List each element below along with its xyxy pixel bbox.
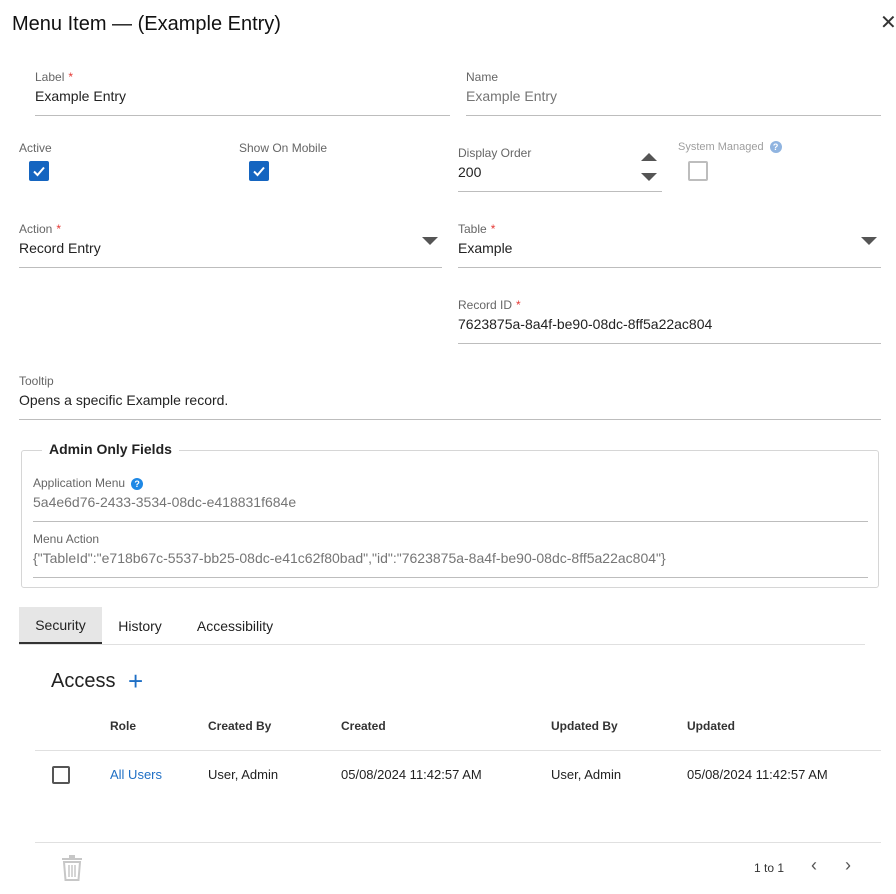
system-managed-checkbox[interactable]: [688, 161, 708, 181]
created-cell: 05/08/2024 11:42:57 AM: [341, 767, 482, 782]
chevron-right-icon[interactable]: ›: [845, 855, 851, 876]
check-icon: [33, 166, 45, 177]
table-underline: [458, 267, 881, 268]
table-header-divider: [35, 750, 881, 751]
column-header-role[interactable]: Role: [110, 719, 136, 733]
menu-action-label: Menu Action: [33, 532, 100, 546]
access-title: Access: [51, 670, 116, 692]
add-icon[interactable]: +: [128, 666, 143, 696]
tab-accessibility[interactable]: Accessibility: [183, 607, 287, 644]
role-link[interactable]: All Users: [110, 767, 162, 782]
admin-legend: Admin Only Fields: [42, 441, 179, 457]
active-label: Active: [19, 141, 52, 155]
menu-action-input[interactable]: {"TableId":"e718b67c-5537-bb25-08dc-e41c…: [33, 550, 666, 566]
system-managed-label: System Managed?: [678, 141, 782, 154]
decrement-icon[interactable]: [641, 173, 657, 181]
help-icon[interactable]: ?: [131, 477, 144, 490]
action-select[interactable]: Record Entry: [19, 240, 101, 256]
chevron-down-icon[interactable]: [861, 237, 877, 245]
chevron-left-icon[interactable]: ‹: [811, 855, 817, 876]
close-icon[interactable]: ✕: [880, 12, 896, 34]
admin-fieldset: [21, 450, 879, 588]
show-on-mobile-label: Show On Mobile: [239, 141, 328, 155]
column-header-created[interactable]: Created: [341, 719, 386, 733]
tooltip-underline: [19, 419, 881, 420]
name-field-label: Name: [466, 70, 499, 84]
row-select-checkbox[interactable]: [52, 766, 70, 784]
record-id-label: Record ID *: [458, 298, 521, 312]
application-menu-label: Application Menu?: [33, 476, 144, 490]
active-checkbox[interactable]: [29, 161, 49, 181]
record-id-input[interactable]: 7623875a-8a4f-be90-08dc-8ff5a22ac804: [458, 316, 712, 332]
tooltip-input[interactable]: Opens a specific Example record.: [19, 392, 228, 408]
name-input[interactable]: Example Entry: [466, 88, 557, 104]
name-input-underline: [466, 115, 881, 116]
column-header-updated-by[interactable]: Updated By: [551, 719, 618, 733]
display-order-input[interactable]: 200: [458, 164, 481, 180]
pagination-status: 1 to 1: [754, 861, 785, 875]
menu-action-underline: [33, 577, 868, 578]
label-field-label: Label *: [35, 70, 74, 84]
tooltip-label: Tooltip: [19, 374, 54, 388]
column-header-created-by[interactable]: Created By: [208, 719, 271, 733]
display-order-underline: [458, 191, 662, 192]
application-menu-input[interactable]: 5a4e6d76-2433-3534-08dc-e418831f684e: [33, 494, 296, 510]
show-on-mobile-checkbox[interactable]: [249, 161, 269, 181]
trash-icon[interactable]: [61, 855, 83, 886]
label-input-underline: [35, 115, 450, 116]
created-by-cell: User, Admin: [208, 767, 279, 782]
increment-icon[interactable]: [641, 153, 657, 161]
tab-security[interactable]: Security: [19, 607, 102, 644]
record-id-underline: [458, 343, 881, 344]
table-label: Table *: [458, 222, 496, 236]
tab-history[interactable]: History: [105, 607, 175, 644]
footer-divider: [35, 842, 881, 843]
dialog-title: Menu Item — (Example Entry): [12, 13, 281, 35]
updated-cell: 05/08/2024 11:42:57 AM: [687, 767, 828, 782]
column-header-updated[interactable]: Updated: [687, 719, 735, 733]
help-icon[interactable]: ?: [769, 141, 782, 154]
application-menu-underline: [33, 521, 868, 522]
label-input[interactable]: Example Entry: [35, 88, 126, 104]
action-underline: [19, 267, 442, 268]
chevron-down-icon[interactable]: [422, 237, 438, 245]
check-icon: [253, 166, 265, 177]
action-label: Action *: [19, 222, 62, 236]
table-select[interactable]: Example: [458, 240, 512, 256]
updated-by-cell: User, Admin: [551, 767, 622, 782]
tab-divider: [19, 644, 865, 645]
display-order-label: Display Order: [458, 146, 532, 160]
